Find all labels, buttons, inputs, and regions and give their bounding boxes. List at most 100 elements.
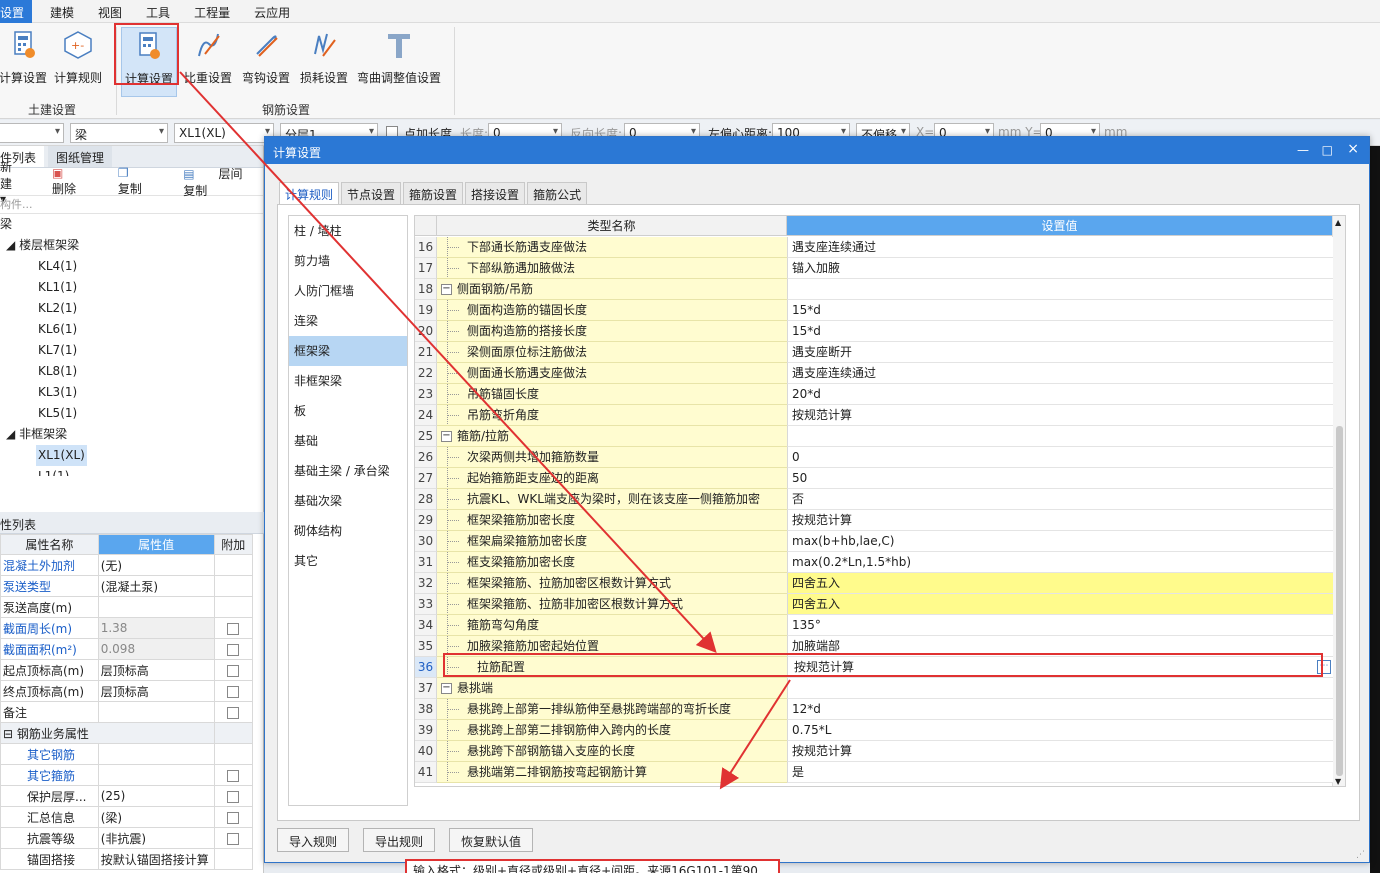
tree-node-frame-beam[interactable]: ◢ 楼层框架梁 [0,235,263,256]
calc-rules-button[interactable]: +- 计算规则 [52,27,104,89]
scroll-down-icon[interactable]: ▼ [1335,777,1341,786]
rule-value[interactable]: 0 [787,447,1333,468]
rule-value[interactable]: 遇支座连续通过 [787,237,1333,258]
rule-value[interactable]: max(b+hb,lae,C) [787,531,1333,552]
component-type-select[interactable]: 梁 [70,123,168,143]
category-item[interactable]: 基础次梁 [289,486,407,516]
collapse-icon[interactable]: ⊟ [3,727,13,741]
rule-value[interactable]: 12*d [787,699,1333,720]
category-item[interactable]: 非框架梁 [289,366,407,396]
civil-calc-settings-button[interactable]: 计算设置 [0,27,47,89]
rule-value[interactable]: 按规范计算 [787,741,1333,762]
property-value[interactable]: (25) [97,785,215,807]
grid-row[interactable]: 21 梁侧面原位标注筋做法 遇支座断开 [415,342,1333,363]
collapse-icon[interactable]: − [441,284,452,295]
property-group-rebar[interactable]: ⊟ 钢筋业务属性 [0,722,215,744]
table-row[interactable]: 截面周长(m) 1.38 [0,617,254,639]
category-item[interactable]: 其它 [289,546,407,576]
attach-checkbox[interactable] [227,643,240,656]
category-item-selected[interactable]: 框架梁 [289,336,407,366]
tab-node-settings[interactable]: 节点设置 [341,182,402,206]
grid-row[interactable]: 22 侧面通长筋遇支座做法 遇支座连续通过 [415,363,1333,384]
tree-leaf[interactable]: KL1(1) [0,277,263,298]
grid-row[interactable]: 28 抗震KL、WKL端支座为梁时，则在该支座一侧箍筋加密 否 [415,489,1333,510]
attach-checkbox[interactable] [227,832,240,845]
grid-scrollbar[interactable]: ▲ ▼ [1332,216,1345,786]
restore-defaults-button[interactable]: 恢复默认值 [449,828,534,852]
attach-checkbox[interactable] [227,769,240,782]
component-select[interactable]: XL1(XL) [174,123,274,143]
tab-stirrup-formula[interactable]: 箍筋公式 [527,182,588,206]
grid-row[interactable]: 34 箍筋弯勾角度 135° [415,615,1333,636]
tree-leaf[interactable]: KL7(1) [0,340,263,361]
table-row[interactable]: 锚固搭接 按默认锚固搭接计算 [0,848,254,870]
collapse-icon[interactable]: − [441,683,452,694]
category-item[interactable]: 人防门框墙 [289,276,407,306]
rule-value[interactable]: 四舍五入 [787,594,1333,615]
rule-value[interactable]: 锚入加腋 [787,258,1333,279]
hook-settings-button[interactable]: 弯钩设置 [240,27,292,89]
tree-node-beam[interactable]: 梁 [0,214,263,235]
grid-row[interactable]: 41 悬挑端第二排钢筋按弯起钢筋计算 是 [415,762,1333,783]
import-rules-button[interactable]: 导入规则 [277,828,350,852]
grid-row[interactable]: 31 框支梁箍筋加密长度 max(0.2*Ln,1.5*hb) [415,552,1333,573]
grid-row[interactable]: 29 框架梁箍筋加密长度 按规范计算 [415,510,1333,531]
rule-value[interactable] [787,678,1333,699]
category-item[interactable]: 板 [289,396,407,426]
rule-value[interactable] [787,426,1333,447]
attach-checkbox[interactable] [227,685,240,698]
table-row[interactable]: 截面面积(m²) 0.098 [0,638,254,660]
category-item[interactable]: 砌体结构 [289,516,407,546]
tree-leaf[interactable]: KL6(1) [0,319,263,340]
menu-settings[interactable]: 设置 [0,0,33,23]
grid-row[interactable]: 30 框架扁梁箍筋加密长度 max(b+hb,lae,C) [415,531,1333,552]
drawing-canvas[interactable] [1370,146,1380,873]
tree-leaf-selected[interactable]: XL1(XL) [0,445,263,466]
property-value[interactable]: (非抗震) [97,827,215,849]
grid-row[interactable]: 27 起始箍筋距支座边的距离 50 [415,468,1333,489]
tree-leaf[interactable]: L1(1) [0,466,263,476]
grid-row[interactable]: 17 下部纵筋遇加腋做法 锚入加腋 [415,258,1333,279]
attach-checkbox[interactable] [227,811,240,824]
property-value[interactable]: (混凝土泵) [97,575,215,597]
minimize-icon[interactable]: — [1297,143,1309,157]
resize-grip-icon[interactable]: ⋰ [1356,850,1365,860]
attach-checkbox[interactable] [227,622,240,635]
table-row[interactable]: 其它钢筋 [0,743,254,765]
table-row[interactable]: 泵送类型 (混凝土泵) [0,575,254,597]
property-value[interactable]: 层顶标高 [97,680,215,702]
floor-select[interactable] [0,123,64,143]
collapse-icon[interactable]: ◢ [6,427,15,441]
menu-view[interactable]: 视图 [98,0,122,23]
property-value[interactable] [97,596,215,618]
close-icon[interactable]: × [1347,141,1359,157]
table-row[interactable]: 终点顶标高(m) 层顶标高 [0,680,254,702]
table-row[interactable]: 抗震等级 (非抗震) [0,827,254,849]
density-settings-button[interactable]: 比重设置 [182,27,234,89]
category-item[interactable]: 基础主梁 / 承台梁 [289,456,407,486]
grid-row[interactable]: 23 吊筋锚固长度 20*d [415,384,1333,405]
table-row[interactable]: 混凝土外加剂 (无) [0,554,254,576]
rule-value[interactable]: 遇支座连续通过 [787,363,1333,384]
menu-tools[interactable]: 工具 [146,0,170,23]
rule-value[interactable]: 20*d [787,384,1333,405]
property-value[interactable]: 层顶标高 [97,659,215,681]
grid-row[interactable]: 32 框架梁箍筋、拉筋加密区根数计算方式 四舍五入 [415,573,1333,594]
menu-quantities[interactable]: 工程量 [194,0,230,23]
rule-value[interactable]: 15*d [787,321,1333,342]
category-item[interactable]: 连梁 [289,306,407,336]
grid-row[interactable]: 39 悬挑跨上部第二排钢筋伸入跨内的长度 0.75*L [415,720,1333,741]
rule-value[interactable]: 135° [787,615,1333,636]
grid-row[interactable]: 24 吊筋弯折角度 按规范计算 [415,405,1333,426]
table-row[interactable]: 泵送高度(m) [0,596,254,618]
category-item[interactable]: 柱 / 墙柱 [289,216,407,246]
tree-leaf[interactable]: KL5(1) [0,403,263,424]
property-value[interactable] [97,701,215,723]
grid-row[interactable]: 38 悬挑跨上部第一排纵筋伸至悬挑跨端部的弯折长度 12*d [415,699,1333,720]
collapse-icon[interactable]: ◢ [6,238,15,252]
attach-checkbox[interactable] [227,790,240,803]
bend-adjust-button[interactable]: 弯曲调整值设置 [356,27,442,89]
rule-value[interactable]: 是 [787,762,1333,783]
tab-calc-rules[interactable]: 计算规则 [279,182,340,206]
tab-stirrup-settings[interactable]: 箍筋设置 [403,182,464,206]
